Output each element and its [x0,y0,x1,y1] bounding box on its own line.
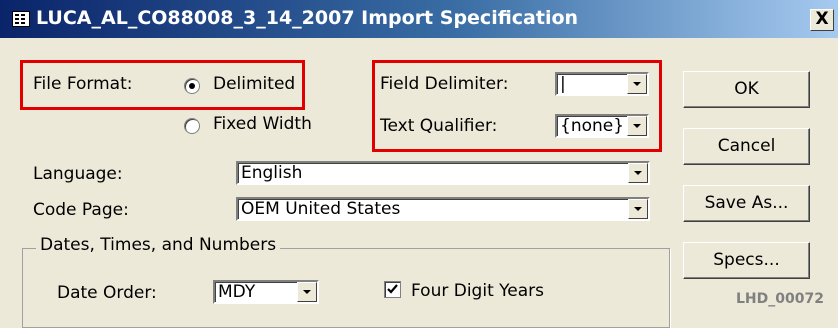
save-as-button[interactable]: Save As... [683,185,810,222]
text-qualifier-label: Text Qualifier: [380,116,498,136]
field-delimiter-value: | [560,74,566,94]
window-title: LUCA_AL_CO88008_3_14_2007 Import Specifi… [36,7,579,29]
delimited-radio[interactable] [184,78,200,94]
field-delimiter-label: Field Delimiter: [380,74,509,94]
specs-button[interactable]: Specs... [683,242,810,279]
close-button[interactable]: X [810,9,834,31]
table-icon [12,11,30,27]
dates-group-label: Dates, Times, and Numbers [36,235,281,255]
chevron-down-icon[interactable] [297,282,317,302]
chevron-down-icon[interactable] [627,116,647,136]
four-digit-years-label[interactable]: Four Digit Years [411,281,544,301]
ok-button[interactable]: OK [683,71,810,108]
checkmark-icon [387,284,398,294]
field-delimiter-select[interactable]: | [555,72,649,96]
date-order-select[interactable]: MDY [213,280,319,304]
chevron-down-icon[interactable] [627,74,647,94]
code-page-label: Code Page: [33,200,129,220]
title-bar: LUCA_AL_CO88008_3_14_2007 Import Specifi… [0,0,838,38]
language-label: Language: [33,164,123,184]
text-qualifier-select[interactable]: {none} [555,114,649,138]
language-select[interactable]: English [236,161,650,185]
fixed-width-label[interactable]: Fixed Width [213,114,312,134]
date-order-label: Date Order: [57,283,157,303]
code-page-select[interactable]: OEM United States [236,197,650,221]
delimited-label[interactable]: Delimited [213,74,295,94]
chevron-down-icon[interactable] [628,199,648,219]
cancel-button[interactable]: Cancel [683,128,810,165]
date-order-value: MDY [218,282,256,302]
chevron-down-icon[interactable] [628,163,648,183]
code-page-value: OEM United States [241,199,401,219]
text-qualifier-value: {none} [560,116,625,136]
file-format-label: File Format: [33,74,133,94]
language-value: English [241,163,303,183]
four-digit-years-checkbox[interactable] [384,281,401,298]
watermark-text: LHD_00072 [736,291,824,307]
fixed-width-radio[interactable] [184,118,200,134]
